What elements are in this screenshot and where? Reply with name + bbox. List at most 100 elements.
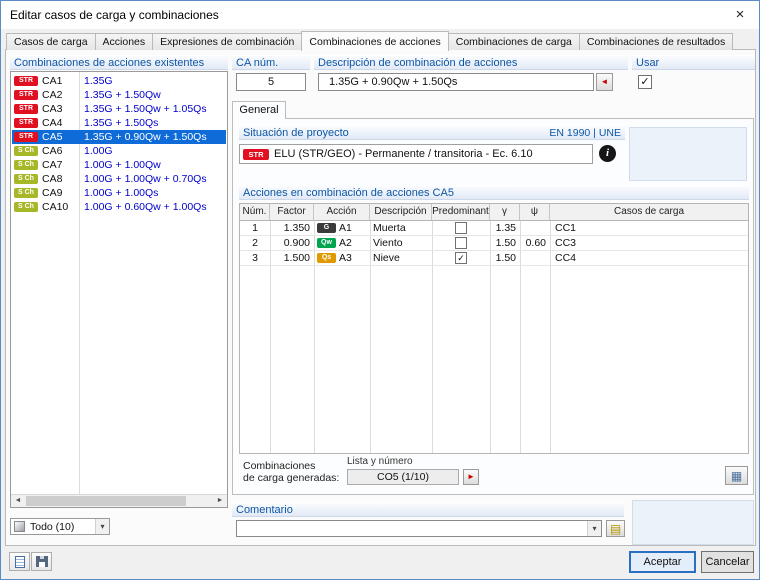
tab-expresiones-de-combinacion[interactable]: Expresiones de combinación	[152, 33, 303, 50]
acciones-table-header: Acciones en combinación de acciones CA5	[239, 185, 749, 200]
col-factor: Factor	[270, 204, 314, 220]
load-type-badge-qs: Qs	[317, 253, 336, 263]
window-title: Editar casos de carga y combinaciones	[10, 8, 219, 22]
col-descripcion: Descripción	[370, 204, 432, 220]
scroll-right-icon[interactable]: ►	[213, 495, 227, 507]
predominant-checkbox[interactable]: ✓	[455, 252, 467, 264]
list-item-ca7[interactable]: S Ch CA7 1.00G + 1.00Qw	[12, 158, 226, 172]
tab-combinaciones-de-carga[interactable]: Combinaciones de carga	[447, 33, 580, 50]
combination-formula: 1.35G + 0.90Qw + 1.50Qs	[84, 131, 207, 143]
design-situation-badge: STR	[14, 90, 38, 100]
list-item-ca1[interactable]: STR CA1 1.35G	[12, 74, 226, 88]
combination-formula: 1.35G	[84, 75, 113, 87]
tab-acciones[interactable]: Acciones	[94, 33, 154, 50]
generadas-label-line2: de carga generadas:	[243, 472, 340, 484]
list-item-ca2[interactable]: STR CA2 1.35G + 1.50Qw	[12, 88, 226, 102]
design-situation-badge: S Ch	[14, 146, 38, 156]
predominant-checkbox[interactable]	[455, 222, 467, 234]
list-item-ca4[interactable]: STR CA4 1.35G + 1.50Qs	[12, 116, 226, 130]
list-item-ca6[interactable]: S Ch CA6 1.00G	[12, 144, 226, 158]
combination-formula: 1.35G + 1.50Qs	[84, 117, 159, 129]
col-casos-de-carga: Casos de carga	[613, 206, 685, 217]
predominant-cell	[432, 237, 490, 249]
bottom-right-info-panel	[632, 500, 754, 545]
description-label: Descripción de combinación de acciones	[314, 55, 628, 70]
row-num: 3	[252, 252, 258, 264]
close-icon[interactable]: ×	[723, 3, 757, 27]
design-situation-badge: STR	[14, 118, 38, 128]
row-num: 1	[252, 222, 258, 234]
accept-button[interactable]: Aceptar	[629, 551, 696, 573]
ca-num-field[interactable]: 5	[236, 73, 306, 91]
filter-dropdown[interactable]: Todo (10) ▾	[10, 518, 110, 535]
combination-name: CA8	[42, 173, 63, 185]
scroll-left-icon[interactable]: ◄	[11, 495, 25, 507]
chevron-down-icon[interactable]: ▾	[587, 521, 601, 536]
col-psi: ψ	[520, 204, 550, 220]
col-num: Núm.	[240, 204, 270, 220]
combination-formula: 1.00G + 0.60Qw + 1.00Qs	[84, 201, 207, 213]
tab-page: Combinaciones de acciones existentes STR…	[5, 49, 756, 546]
cancel-button[interactable]: Cancelar	[701, 551, 754, 573]
combination-name: CA2	[42, 89, 63, 101]
design-situation-badge: STR	[14, 76, 38, 86]
row-factor: 0.900	[283, 237, 310, 249]
generated-combinations-field[interactable]: CO5 (1/10)	[347, 469, 459, 485]
scrollbar-thumb[interactable]	[26, 496, 186, 506]
existing-combinations-header: Combinaciones de acciones existentes	[10, 55, 228, 70]
list-item-ca8[interactable]: S Ch CA8 1.00G + 1.00Qw + 0.70Qs	[12, 172, 226, 186]
combination-name: CA6	[42, 145, 63, 157]
list-item-ca5-selected[interactable]: STR CA5 1.35G + 0.90Qw + 1.50Qs	[12, 130, 226, 144]
report-button[interactable]	[9, 552, 30, 571]
row-factor: 1.350	[283, 222, 310, 234]
row-psi: 0.60	[525, 237, 546, 249]
design-situation-field[interactable]: STR ELU (STR/GEO) - Permanente / transit…	[239, 144, 593, 164]
tab-combinaciones-de-acciones[interactable]: Combinaciones de acciones	[301, 31, 449, 51]
table-row[interactable]: 3 1.500 Qs A3 Nieve ✓ 1.50 CC4	[240, 251, 748, 266]
predominant-checkbox[interactable]	[455, 237, 467, 249]
row-casos: CC4	[555, 252, 577, 264]
predominant-cell	[432, 222, 490, 234]
row-accion: Qs A3	[314, 252, 370, 264]
load-type-badge-qw: Qw	[317, 238, 336, 248]
tab-casos-de-carga[interactable]: Casos de carga	[6, 33, 96, 50]
combination-formula: 1.35G + 1.50Qw	[84, 89, 161, 101]
usar-checkbox[interactable]: ✓	[638, 75, 652, 89]
comment-templates-button[interactable]: ▤	[606, 520, 625, 537]
design-situation-badge: STR	[14, 104, 38, 114]
open-combinations-table-button[interactable]: ▦	[725, 466, 748, 485]
description-input[interactable]	[318, 73, 594, 91]
tab-combinaciones-de-resultados[interactable]: Combinaciones de resultados	[578, 33, 734, 50]
save-settings-button[interactable]	[31, 552, 52, 571]
row-casos: CC3	[555, 237, 577, 249]
table-row[interactable]: 2 0.900 Qw A2 Viento 1.50 0.60 CC3	[240, 236, 748, 251]
comment-input[interactable]	[237, 521, 587, 536]
table-grid-icon: ▦	[730, 469, 743, 483]
row-gamma: 1.50	[495, 237, 516, 249]
actions-table: Núm. Factor Acción Descripción Predomina…	[239, 203, 749, 454]
list-item-ca9[interactable]: S Ch CA9 1.00G + 1.00Qs	[12, 186, 226, 200]
tab-general[interactable]: General	[232, 101, 286, 119]
combination-formula: 1.00G	[84, 145, 113, 157]
accion-id: A1	[339, 222, 352, 234]
design-situation-badge: S Ch	[14, 160, 38, 170]
list-item-ca3[interactable]: STR CA3 1.35G + 1.50Qw + 1.05Qs	[12, 102, 226, 116]
comment-combobox[interactable]: ▾	[236, 520, 602, 537]
table-row[interactable]: 1 1.350 G A1 Muerta 1.35 CC1	[240, 221, 748, 236]
title-bar: Editar casos de carga y combinaciones ×	[1, 1, 759, 29]
load-type-badge-g: G	[317, 223, 336, 233]
str-badge: STR	[243, 148, 269, 160]
accion-id: A2	[339, 237, 352, 249]
combination-name: CA1	[42, 75, 63, 87]
row-gamma: 1.50	[495, 252, 516, 264]
list-item-ca10[interactable]: S Ch CA10 1.00G + 0.60Qw + 1.00Qs	[12, 200, 226, 214]
info-icon[interactable]: i	[599, 145, 616, 162]
combination-name: CA10	[42, 201, 69, 213]
col-gamma: γ	[490, 204, 520, 220]
combination-name: CA3	[42, 103, 63, 115]
design-situation-badge: S Ch	[14, 174, 38, 184]
apply-description-arrow-icon[interactable]: ◄	[596, 73, 613, 91]
horizontal-scrollbar[interactable]: ◄ ►	[11, 494, 227, 507]
goto-combinations-arrow-icon[interactable]: ►	[463, 469, 479, 485]
usar-label: Usar	[632, 55, 755, 70]
